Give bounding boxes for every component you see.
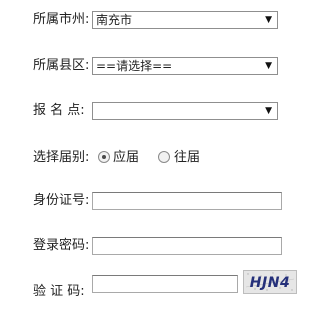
radio-checked-dot [102, 155, 106, 159]
city-label: 所属市州: [33, 12, 90, 27]
captcha-input[interactable] [92, 275, 238, 293]
radio-previous-graduate-label[interactable]: 往届 [174, 149, 200, 167]
county-select[interactable]: ==请选择== ▼ [92, 57, 278, 75]
city-select-value: 南充市 [96, 13, 133, 27]
exam-site-label: 报 名 点: [33, 103, 85, 118]
captcha-image[interactable]: HJN4 [243, 270, 297, 294]
chevron-down-icon: ▼ [265, 61, 272, 71]
county-label: 所属县区: [33, 58, 90, 73]
chevron-down-icon: ▼ [265, 15, 272, 25]
captcha-image-text: HJN4 [250, 275, 290, 291]
id-number-label: 身份证号: [33, 193, 90, 208]
radio-previous-graduate[interactable] [158, 151, 170, 163]
radio-current-graduate[interactable] [98, 151, 110, 163]
captcha-label: 验 证 码: [33, 284, 85, 299]
password-label: 登录密码: [33, 238, 90, 253]
radio-current-graduate-label[interactable]: 应届 [113, 149, 139, 167]
chevron-down-icon: ▼ [265, 106, 272, 116]
county-select-value: ==请选择== [96, 59, 173, 73]
id-number-input[interactable] [92, 192, 282, 210]
city-select[interactable]: 南充市 ▼ [92, 11, 278, 29]
session-label: 选择届别: [33, 150, 90, 165]
captcha-image-graphic: HJN4 [244, 271, 296, 293]
password-input[interactable] [92, 237, 282, 255]
exam-site-select[interactable]: ▼ [92, 102, 278, 120]
